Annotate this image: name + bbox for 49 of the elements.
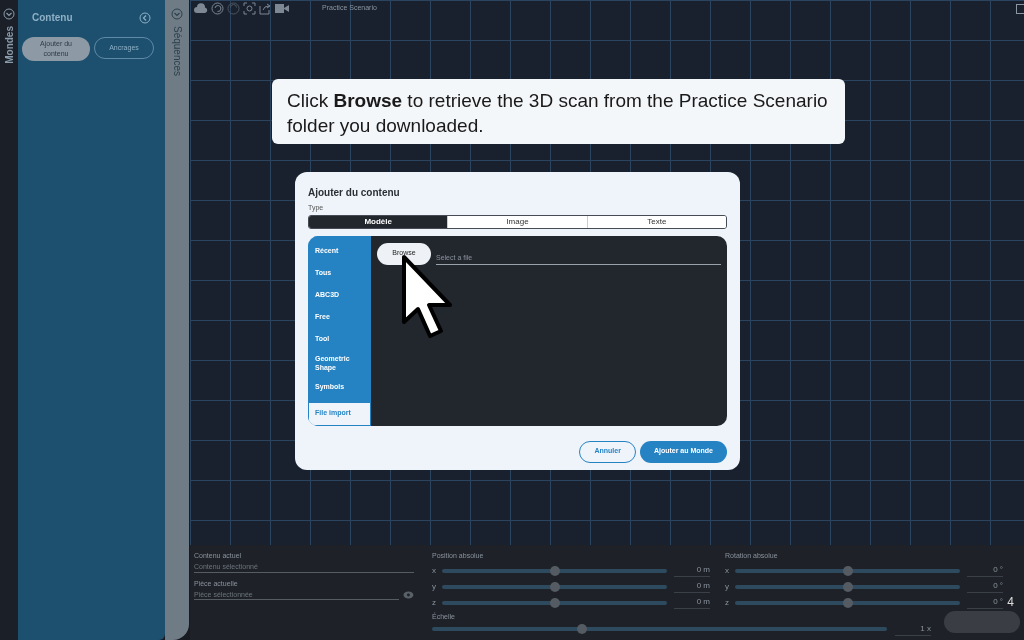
axis-label: z: [432, 596, 437, 609]
slider-thumb[interactable]: [549, 565, 560, 576]
value-field[interactable]: 0 °: [967, 596, 1003, 609]
type-tab[interactable]: Image: [447, 215, 587, 228]
slider-thumb[interactable]: [549, 597, 560, 608]
cloud-icon[interactable]: [194, 2, 208, 15]
value-field[interactable]: 0 m: [674, 564, 710, 577]
sidebar-title: Contenu: [32, 11, 73, 25]
axis-label: y: [725, 580, 730, 593]
tutorial-callout: Click Browse to retrieve the 3D scan from the Practice Scenario folder you downloaded.: [272, 79, 845, 144]
slider-thumb[interactable]: [842, 581, 853, 592]
undo-icon[interactable]: [211, 2, 224, 15]
redo-icon[interactable]: [227, 2, 240, 15]
slider-track[interactable]: [735, 584, 960, 589]
slider-track[interactable]: [432, 627, 887, 631]
slider-track[interactable]: [442, 568, 667, 573]
type-tab[interactable]: Texte: [586, 215, 726, 228]
axis-label: x: [725, 564, 730, 577]
focus-icon[interactable]: [243, 2, 256, 15]
slider-track[interactable]: [442, 600, 667, 605]
type-tab[interactable]: Modèle: [309, 215, 448, 228]
eye-icon[interactable]: [403, 590, 414, 599]
3d-canvas[interactable]: [190, 0, 1024, 545]
value-field[interactable]: 0 m: [674, 596, 710, 609]
value-field[interactable]: 0 °: [967, 564, 1003, 577]
slider-track[interactable]: [735, 600, 960, 605]
slider-thumb[interactable]: [549, 581, 560, 592]
dialog-title: Ajouter du contenu: [308, 186, 401, 200]
axis-label: z: [725, 596, 730, 609]
value-field[interactable]: 1 x: [895, 622, 931, 636]
slider-thumb[interactable]: [577, 624, 588, 634]
slider-thumb[interactable]: [842, 565, 853, 576]
value-field[interactable]: 0 m: [674, 580, 710, 593]
chevron-down-icon[interactable]: [171, 8, 183, 20]
share-icon[interactable]: [259, 2, 272, 15]
page-number: 4: [1007, 594, 1014, 611]
value-field[interactable]: 0 °: [967, 580, 1003, 593]
chevron-down-icon[interactable]: [3, 8, 15, 20]
slider-track[interactable]: [735, 568, 960, 573]
video-camera-icon[interactable]: [275, 3, 289, 14]
panel-icon[interactable]: [1016, 4, 1024, 14]
slider-track[interactable]: [442, 584, 667, 589]
rail-label[interactable]: Séquences: [169, 26, 185, 77]
rail-label[interactable]: Mondes: [1, 26, 17, 64]
chevron-left-icon[interactable]: [139, 11, 151, 24]
apply-button[interactable]: [944, 611, 1020, 633]
slider-thumb[interactable]: [842, 597, 853, 608]
axis-label: x: [432, 564, 437, 577]
axis-label: y: [432, 580, 437, 593]
